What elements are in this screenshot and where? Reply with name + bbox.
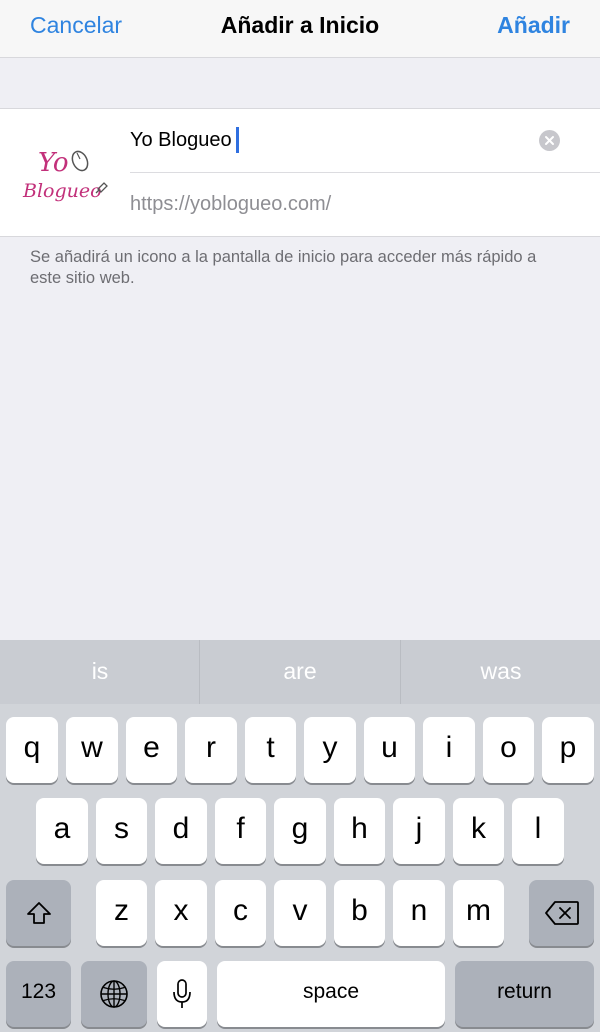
suggestion-3[interactable]: was bbox=[401, 640, 600, 704]
clear-icon bbox=[545, 136, 554, 145]
key-r[interactable]: r bbox=[185, 717, 237, 783]
key-s[interactable]: s bbox=[96, 798, 147, 864]
backspace-icon bbox=[544, 901, 579, 925]
suggestion-1[interactable]: is bbox=[0, 640, 200, 704]
key-g[interactable]: g bbox=[274, 798, 326, 864]
globe-key[interactable] bbox=[81, 961, 147, 1027]
add-to-home-form: Yo Blogueo Yo Blogueo https://yoblogueo.… bbox=[0, 108, 600, 237]
key-e[interactable]: e bbox=[126, 717, 177, 783]
add-button[interactable]: Añadir bbox=[497, 12, 570, 39]
key-t[interactable]: t bbox=[245, 717, 296, 783]
key-o[interactable]: o bbox=[483, 717, 534, 783]
info-text: Se añadirá un icono a la pantalla de ini… bbox=[30, 248, 537, 287]
key-x[interactable]: x bbox=[155, 880, 207, 946]
backspace-key[interactable] bbox=[529, 880, 594, 946]
shift-icon bbox=[26, 902, 51, 924]
navigation-bar: Cancelar Añadir a Inicio Añadir bbox=[0, 0, 600, 58]
suggestion-2[interactable]: are bbox=[200, 640, 400, 704]
key-q[interactable]: q bbox=[6, 717, 58, 783]
key-i[interactable]: i bbox=[423, 717, 475, 783]
key-d[interactable]: d bbox=[155, 798, 207, 864]
key-l[interactable]: l bbox=[512, 798, 564, 864]
key-n[interactable]: n bbox=[393, 880, 445, 946]
text-caret bbox=[235, 127, 239, 153]
space-key[interactable]: space bbox=[217, 961, 445, 1027]
microphone-icon bbox=[173, 979, 191, 1008]
key-b[interactable]: b bbox=[334, 880, 385, 946]
suggestion-bar: is are was bbox=[0, 640, 600, 704]
key-v[interactable]: v bbox=[274, 880, 326, 946]
site-url: https://yoblogueo.com/ bbox=[130, 193, 332, 215]
numbers-key[interactable]: 123 bbox=[6, 961, 71, 1027]
site-icon-text-yo: Yo bbox=[38, 148, 69, 178]
key-m[interactable]: m bbox=[453, 880, 504, 946]
key-h[interactable]: h bbox=[334, 798, 385, 864]
key-y[interactable]: y bbox=[304, 717, 356, 783]
name-field-row: Yo Blogueo bbox=[130, 109, 600, 173]
keyboard: is are was q w e r t y u i o p a s d f g… bbox=[0, 640, 600, 1032]
return-key[interactable]: return bbox=[455, 961, 594, 1027]
key-z[interactable]: z bbox=[96, 880, 147, 946]
dictation-key[interactable] bbox=[157, 961, 207, 1027]
clear-text-button[interactable] bbox=[539, 130, 560, 151]
key-k[interactable]: k bbox=[453, 798, 504, 864]
globe-icon bbox=[100, 980, 128, 1008]
shift-key[interactable] bbox=[6, 880, 71, 946]
name-input-value: Yo Blogueo bbox=[130, 128, 232, 151]
key-a[interactable]: a bbox=[36, 798, 88, 864]
cancel-button[interactable]: Cancelar bbox=[30, 12, 122, 39]
key-u[interactable]: u bbox=[364, 717, 415, 783]
key-p[interactable]: p bbox=[542, 717, 594, 783]
key-w[interactable]: w bbox=[66, 717, 118, 783]
site-icon: Yo Blogueo bbox=[20, 131, 110, 217]
key-f[interactable]: f bbox=[215, 798, 266, 864]
name-input[interactable]: Yo Blogueo bbox=[130, 127, 239, 153]
site-icon-text-blogueo: Blogueo bbox=[22, 180, 102, 202]
key-c[interactable]: c bbox=[215, 880, 266, 946]
key-j[interactable]: j bbox=[393, 798, 445, 864]
